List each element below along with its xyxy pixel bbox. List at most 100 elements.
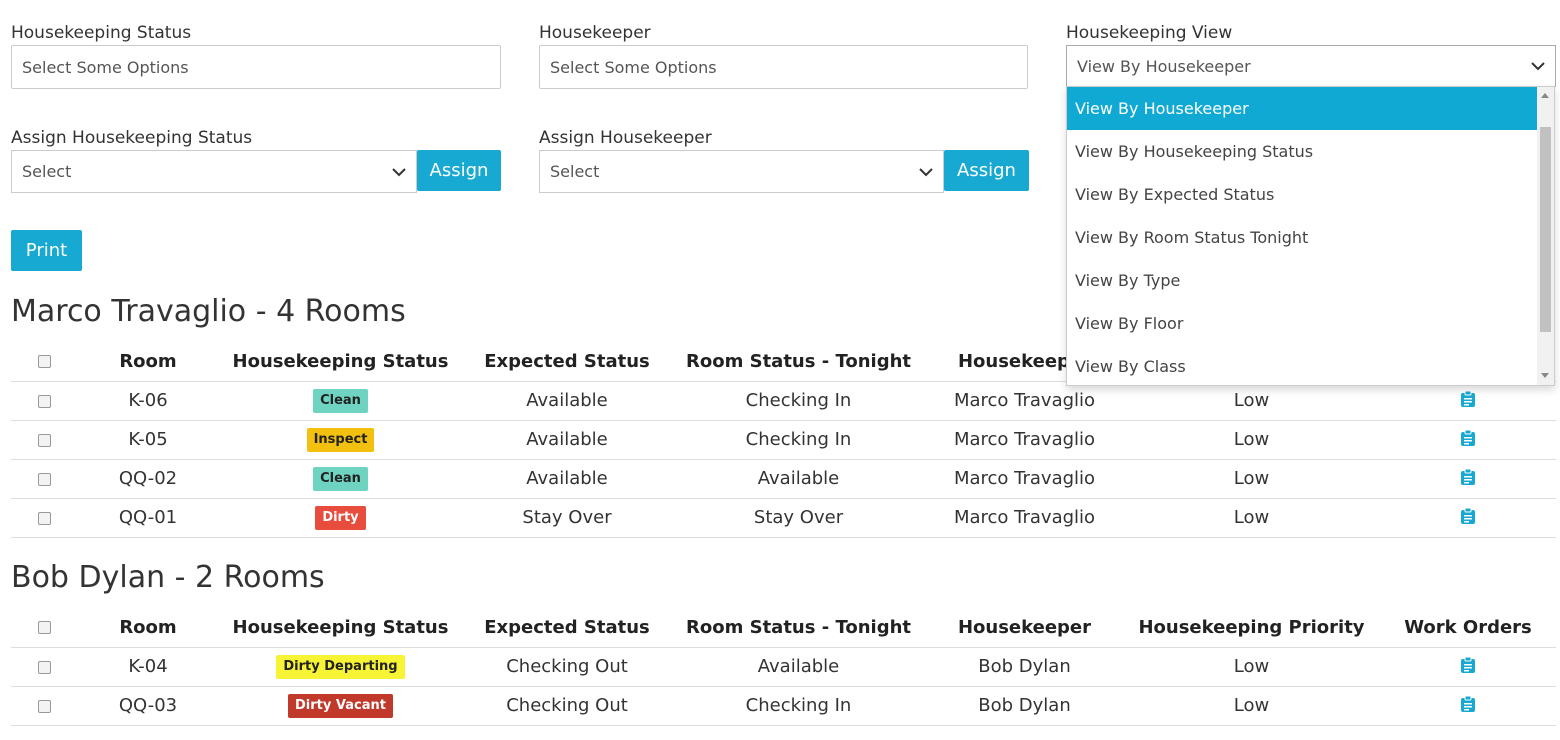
select-all-checkbox[interactable] xyxy=(38,355,51,369)
assign-status-button[interactable]: Assign xyxy=(417,150,501,191)
housekeeping-view-dropdown: View By Housekeeper View By Housekeeping… xyxy=(1066,86,1555,386)
group-title: Marco Travaglio - 4 Rooms xyxy=(11,294,406,329)
table-row: QQ-01 Dirty Stay Over Stay Over Marco Tr… xyxy=(11,498,1556,538)
view-option-type[interactable]: View By Type xyxy=(1067,259,1538,302)
expected-status-cell: Stay Over xyxy=(463,498,671,538)
clipboard-icon[interactable] xyxy=(1461,507,1475,524)
housekeeping-status-label: Housekeeping Status xyxy=(11,23,192,43)
chevron-down-icon xyxy=(919,167,933,176)
housekeeper-filter-label: Housekeeper xyxy=(539,23,651,43)
col-room: Room xyxy=(78,608,218,648)
room-cell: QQ-03 xyxy=(78,686,218,726)
view-option-class[interactable]: View By Class xyxy=(1067,345,1538,385)
col-housekeeper: Housekeeper xyxy=(926,608,1123,648)
col-work-orders: Work Orders xyxy=(1380,608,1556,648)
assign-status-label: Assign Housekeeping Status xyxy=(11,128,253,148)
expected-status-cell: Checking Out xyxy=(463,647,671,687)
view-option-room-status-tonight[interactable]: View By Room Status Tonight xyxy=(1067,216,1538,259)
room-status-tonight-cell: Checking In xyxy=(671,420,926,460)
housekeeper-cell: Bob Dylan xyxy=(926,686,1123,726)
dropdown-scrollbar[interactable] xyxy=(1537,87,1554,385)
assign-status-select[interactable]: Select xyxy=(11,150,417,193)
chevron-down-icon xyxy=(1531,62,1545,71)
housekeeping-status-multiselect[interactable]: Select Some Options xyxy=(11,45,501,89)
row-checkbox[interactable] xyxy=(38,394,51,408)
select-all-checkbox[interactable] xyxy=(38,621,51,635)
priority-cell: Low xyxy=(1123,420,1380,460)
col-room-status-tonight: Room Status - Tonight xyxy=(671,608,926,648)
col-housekeeping-status: Housekeeping Status xyxy=(218,342,463,382)
col-room: Room xyxy=(78,342,218,382)
housekeeper-cell: Marco Travaglio xyxy=(926,459,1123,499)
priority-cell: Low xyxy=(1123,381,1380,421)
scrollbar-thumb[interactable] xyxy=(1540,127,1551,332)
row-checkbox[interactable] xyxy=(38,699,51,713)
housekeeping-view-select[interactable]: View By Housekeeper xyxy=(1066,45,1556,87)
assign-housekeeper-label: Assign Housekeeper xyxy=(539,128,712,148)
priority-cell: Low xyxy=(1123,647,1380,687)
assign-housekeeper-button[interactable]: Assign xyxy=(944,150,1029,191)
room-status-tonight-cell: Checking In xyxy=(671,686,926,726)
housekeeper-multiselect[interactable]: Select Some Options xyxy=(539,45,1028,89)
row-checkbox[interactable] xyxy=(38,511,51,525)
room-cell: K-05 xyxy=(78,420,218,460)
clipboard-icon[interactable] xyxy=(1461,695,1475,712)
room-cell: K-06 xyxy=(78,381,218,421)
room-status-tonight-cell: Checking In xyxy=(671,381,926,421)
priority-cell: Low xyxy=(1123,459,1380,499)
housekeeper-cell: Marco Travaglio xyxy=(926,420,1123,460)
scroll-up-arrow-icon[interactable] xyxy=(1541,93,1549,98)
status-badge: Dirty xyxy=(315,506,366,530)
housekeeping-view-value: View By Housekeeper xyxy=(1077,56,1251,76)
table-row: K-04 Dirty Departing Checking Out Availa… xyxy=(11,647,1556,687)
housekeeping-status-placeholder: Select Some Options xyxy=(22,57,189,77)
view-option-housekeeper[interactable]: View By Housekeeper xyxy=(1067,87,1538,130)
housekeeper-cell: Marco Travaglio xyxy=(926,498,1123,538)
expected-status-cell: Available xyxy=(463,381,671,421)
col-housekeeping-priority: Housekeeping Priority xyxy=(1123,608,1380,648)
row-checkbox[interactable] xyxy=(38,660,51,674)
table-row: K-06 Clean Available Checking In Marco T… xyxy=(11,381,1556,421)
col-expected-status: Expected Status xyxy=(463,608,671,648)
row-checkbox[interactable] xyxy=(38,433,51,447)
priority-cell: Low xyxy=(1123,498,1380,538)
room-status-tonight-cell: Stay Over xyxy=(671,498,926,538)
assign-status-value: Select xyxy=(22,162,72,181)
housekeeping-view-label: Housekeeping View xyxy=(1066,23,1233,43)
clipboard-icon[interactable] xyxy=(1461,468,1475,485)
col-expected-status: Expected Status xyxy=(463,342,671,382)
room-status-tonight-cell: Available xyxy=(671,459,926,499)
room-cell: K-04 xyxy=(78,647,218,687)
room-cell: QQ-01 xyxy=(78,498,218,538)
col-housekeeping-status: Housekeeping Status xyxy=(218,608,463,648)
chevron-down-icon xyxy=(392,167,406,176)
status-badge: Dirty Vacant xyxy=(288,694,393,718)
clipboard-icon[interactable] xyxy=(1461,390,1475,407)
status-badge: Inspect xyxy=(306,428,375,452)
row-checkbox[interactable] xyxy=(38,472,51,486)
status-badge: Clean xyxy=(313,389,368,413)
expected-status-cell: Checking Out xyxy=(463,686,671,726)
view-option-floor[interactable]: View By Floor xyxy=(1067,302,1538,345)
assign-housekeeper-value: Select xyxy=(550,162,600,181)
room-cell: QQ-02 xyxy=(78,459,218,499)
housekeeper-cell: Marco Travaglio xyxy=(926,381,1123,421)
view-option-expected-status[interactable]: View By Expected Status xyxy=(1067,173,1538,216)
col-room-status-tonight: Room Status - Tonight xyxy=(671,342,926,382)
expected-status-cell: Available xyxy=(463,459,671,499)
group-title: Bob Dylan - 2 Rooms xyxy=(11,560,325,595)
table-row: K-05 Inspect Available Checking In Marco… xyxy=(11,420,1556,460)
table-row: QQ-02 Clean Available Available Marco Tr… xyxy=(11,459,1556,499)
room-status-tonight-cell: Available xyxy=(671,647,926,687)
print-button[interactable]: Print xyxy=(11,230,82,271)
assign-housekeeper-select[interactable]: Select xyxy=(539,150,944,193)
housekeeper-placeholder: Select Some Options xyxy=(550,57,717,77)
rooms-table: Room Housekeeping Status Expected Status… xyxy=(11,608,1556,726)
scroll-down-arrow-icon[interactable] xyxy=(1541,373,1549,378)
table-header-row: Room Housekeeping Status Expected Status… xyxy=(11,608,1556,648)
status-badge: Clean xyxy=(313,467,368,491)
table-row: QQ-03 Dirty Vacant Checking Out Checking… xyxy=(11,686,1556,726)
clipboard-icon[interactable] xyxy=(1461,429,1475,446)
view-option-housekeeping-status[interactable]: View By Housekeeping Status xyxy=(1067,130,1538,173)
clipboard-icon[interactable] xyxy=(1461,656,1475,673)
